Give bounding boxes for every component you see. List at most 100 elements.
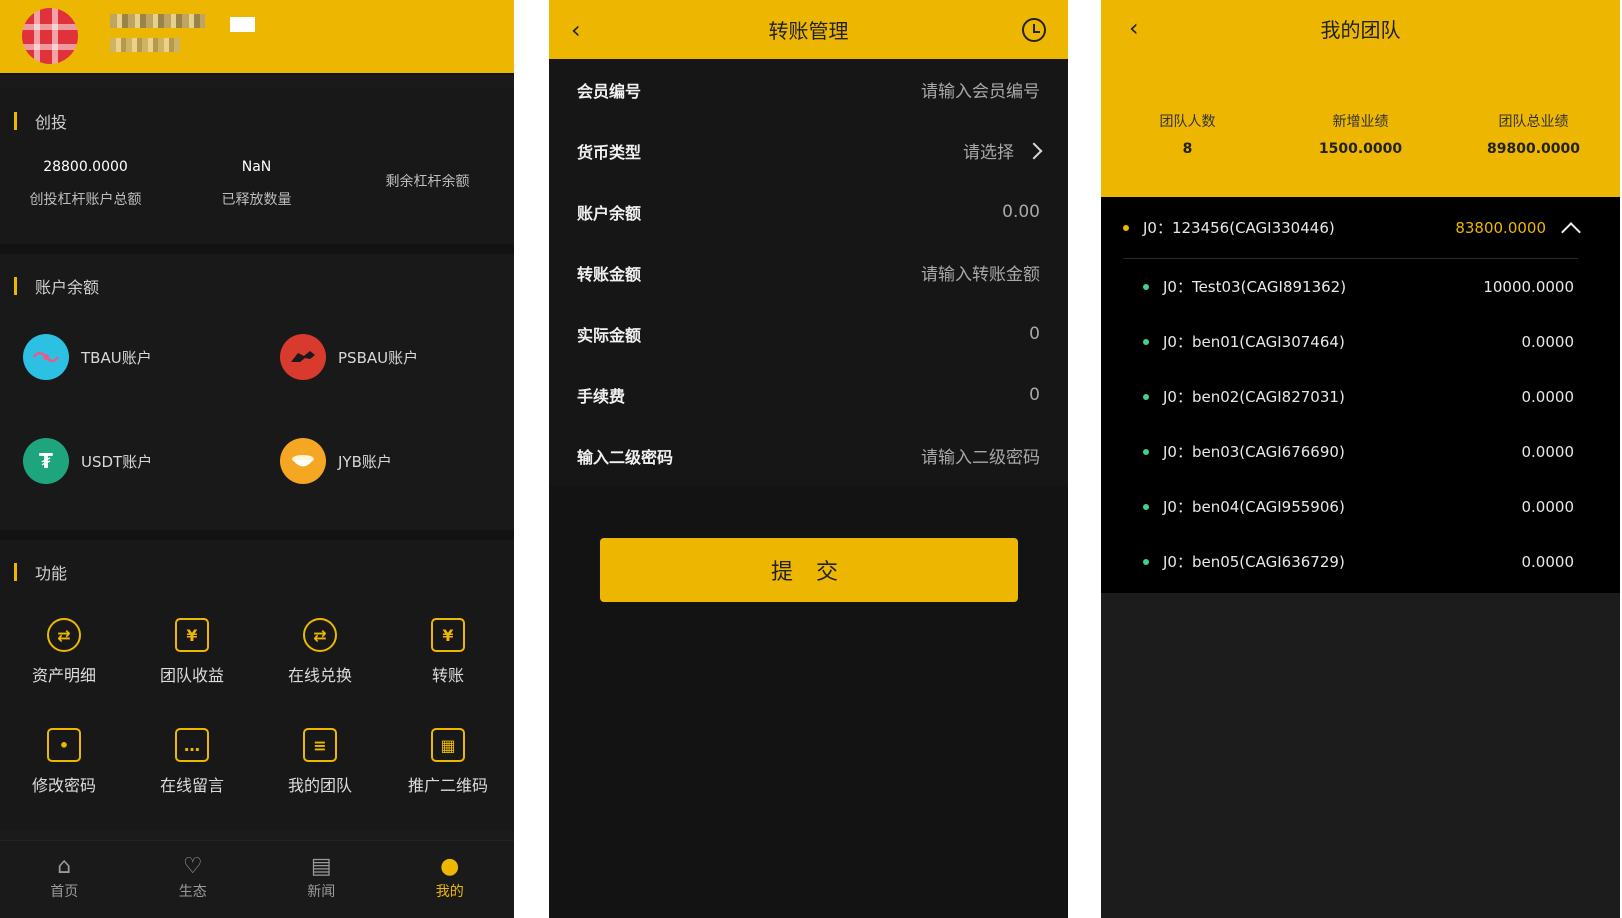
field-label: 账户余额	[577, 203, 642, 223]
page-title: 我的团队	[1320, 18, 1401, 42]
transfer-form: 会员编号 请输入会员编号 货币类型 请选择 账户余额 0.00 转账金额 请输入…	[549, 59, 1068, 486]
team-member-row[interactable]: J0：Test03(CAGI891362) 10000.0000	[1123, 259, 1592, 314]
header-divider	[0, 73, 514, 89]
cy-stat-label: 创投杠杆账户总额	[29, 192, 142, 208]
user-level-badge	[230, 17, 255, 32]
psbau-horse-icon	[280, 334, 326, 380]
blurred-user-id	[110, 38, 180, 52]
actual-amount-value: 0	[1029, 323, 1040, 344]
member-dot	[1143, 558, 1149, 565]
func-label: 在线留言	[159, 776, 224, 795]
tab-mine[interactable]: ● 我的	[386, 841, 515, 918]
avatar[interactable]	[22, 8, 78, 64]
stat-new-performance: 新增业绩 1500.0000	[1274, 111, 1447, 157]
blurred-username	[110, 14, 205, 28]
chevron-up-icon[interactable]	[1561, 221, 1581, 242]
tab-news[interactable]: ▤ 新闻	[257, 841, 386, 918]
cy-section: 创投 28800.0000 创投杠杆账户总额 NaN 已释放数量 剩余杠杆余额	[0, 89, 514, 244]
section-bar	[14, 112, 17, 130]
tab-ecology[interactable]: ♡ 生态	[129, 841, 258, 918]
member-dot	[1143, 283, 1149, 290]
balance-value: 0.00	[1002, 201, 1040, 222]
function-grid: ⇄ 资产明细 ¥ 团队收益 ⇄ 在线兑换 ¥ 转账 • 修改密码 … 在线留言	[0, 608, 514, 828]
cy-stats: 28800.0000 创投杠杆账户总额 NaN 已释放数量 剩余杠杆余额	[0, 157, 514, 209]
member-amount: 0.0000	[1521, 332, 1575, 351]
stat-value: 89800.0000	[1487, 141, 1580, 157]
tab-home[interactable]: ⌂ 首页	[0, 841, 129, 918]
cy-stat-remaining: 剩余杠杆余额	[342, 157, 513, 209]
member-dot	[1143, 338, 1149, 345]
user-icon: ●	[440, 853, 460, 879]
field-secondary-password[interactable]: 输入二级密码 请输入二级密码	[549, 425, 1068, 486]
section-gap	[0, 244, 514, 254]
func-asset-details[interactable]: ⇄ 资产明细	[0, 608, 128, 718]
team-member-row[interactable]: J0：ben01(CAGI307464) 0.0000	[1123, 314, 1592, 369]
field-label: 输入二级密码	[577, 447, 674, 467]
func-label: 我的团队	[287, 776, 352, 795]
secondary-password-input[interactable]: 请输入二级密码	[921, 443, 1040, 468]
member-amount: 0.0000	[1521, 387, 1575, 406]
tether-icon: ₮	[23, 438, 69, 484]
team-member-row[interactable]: J0：ben04(CAGI955906) 0.0000	[1123, 479, 1592, 534]
func-team-earnings[interactable]: ¥ 团队收益	[128, 608, 256, 718]
accounts-section: 账户余额 TBAU账户 PSBAU账户 ₮ USDT账户 JYB账户	[0, 254, 514, 530]
field-balance: 账户余额 0.00	[549, 181, 1068, 242]
stat-label: 团队人数	[1159, 114, 1216, 130]
section-bar	[14, 277, 17, 295]
func-label: 在线兑换	[287, 666, 352, 685]
account-label: PSBAU账户	[338, 348, 419, 367]
exchange-circle-icon: ⇄	[47, 618, 81, 652]
history-clock-icon[interactable]	[1022, 17, 1046, 42]
section-title-text: 功能	[35, 564, 68, 583]
lock-icon: •	[47, 728, 81, 762]
field-currency-type[interactable]: 货币类型 请选择	[549, 120, 1068, 181]
func-promo-qr[interactable]: ▦ 推广二维码	[384, 718, 512, 828]
currency-select-value: 请选择	[963, 143, 1014, 163]
team-screen: ‹ 我的团队 团队人数 8 新增业绩 1500.0000 团队总业绩 89800…	[1101, 0, 1620, 918]
cy-stat-released: NaN 已释放数量	[171, 157, 342, 209]
back-chevron-icon[interactable]: ‹	[571, 16, 595, 44]
field-label: 手续费	[577, 386, 626, 406]
team-stats: 团队人数 8 新增业绩 1500.0000 团队总业绩 89800.0000	[1101, 111, 1620, 157]
func-transfer[interactable]: ¥ 转账	[384, 608, 512, 718]
team-header: ‹ 我的团队 团队人数 8 新增业绩 1500.0000 团队总业绩 89800…	[1101, 0, 1620, 197]
account-jyb[interactable]: JYB账户	[257, 426, 514, 496]
transfer-amount-input[interactable]: 请输入转账金额	[921, 260, 1040, 285]
cy-stat-label: 剩余杠杆余额	[385, 174, 470, 190]
member-id-input[interactable]: 请输入会员编号	[921, 77, 1040, 102]
member-name: J0：123456(CAGI330446)	[1143, 219, 1335, 237]
func-online-exchange[interactable]: ⇄ 在线兑换	[256, 608, 384, 718]
section-title-cy: 创投	[0, 107, 514, 135]
member-amount: 0.0000	[1521, 552, 1575, 571]
yen-box-icon: ¥	[175, 618, 209, 652]
field-transfer-amount[interactable]: 转账金额 请输入转账金额	[549, 242, 1068, 303]
functions-section: 功能 ⇄ 资产明细 ¥ 团队收益 ⇄ 在线兑换 ¥ 转账 • 修改密码 … 在线…	[0, 540, 514, 830]
func-online-message[interactable]: … 在线留言	[128, 718, 256, 828]
team-member-row[interactable]: J0：ben05(CAGI636729) 0.0000	[1123, 534, 1592, 589]
team-parent-row[interactable]: J0：123456(CAGI330446) 83800.0000	[1123, 197, 1581, 259]
field-fee: 手续费 0	[549, 364, 1068, 425]
stat-total-performance: 团队总业绩 89800.0000	[1447, 111, 1620, 157]
section-bar	[14, 563, 17, 581]
field-actual-amount: 实际金额 0	[549, 303, 1068, 364]
stat-label: 新增业绩	[1332, 114, 1389, 130]
account-usdt[interactable]: ₮ USDT账户	[0, 426, 257, 496]
section-title-text: 创投	[35, 113, 68, 132]
team-member-row[interactable]: J0：ben02(CAGI827031) 0.0000	[1123, 369, 1592, 424]
field-member-id[interactable]: 会员编号 请输入会员编号	[549, 59, 1068, 120]
member-name: J0：ben01(CAGI307464)	[1163, 333, 1345, 351]
account-tbau[interactable]: TBAU账户	[0, 322, 257, 392]
team-member-row[interactable]: J0：ben03(CAGI676690) 0.0000	[1123, 424, 1592, 479]
func-my-team[interactable]: ≡ 我的团队	[256, 718, 384, 828]
currency-select[interactable]: 请选择	[963, 138, 1043, 163]
func-label: 推广二维码	[407, 776, 488, 795]
section-title-accounts: 账户余额	[0, 272, 514, 300]
func-change-password[interactable]: • 修改密码	[0, 718, 128, 828]
member-dot	[1143, 503, 1149, 510]
submit-button[interactable]: 提 交	[599, 538, 1018, 602]
account-label: TBAU账户	[81, 348, 152, 367]
cy-stat-value: 28800.0000	[43, 159, 128, 175]
member-name: J0：ben03(CAGI676690)	[1163, 443, 1345, 461]
account-psbau[interactable]: PSBAU账户	[257, 322, 514, 392]
field-label: 货币类型	[577, 142, 642, 162]
